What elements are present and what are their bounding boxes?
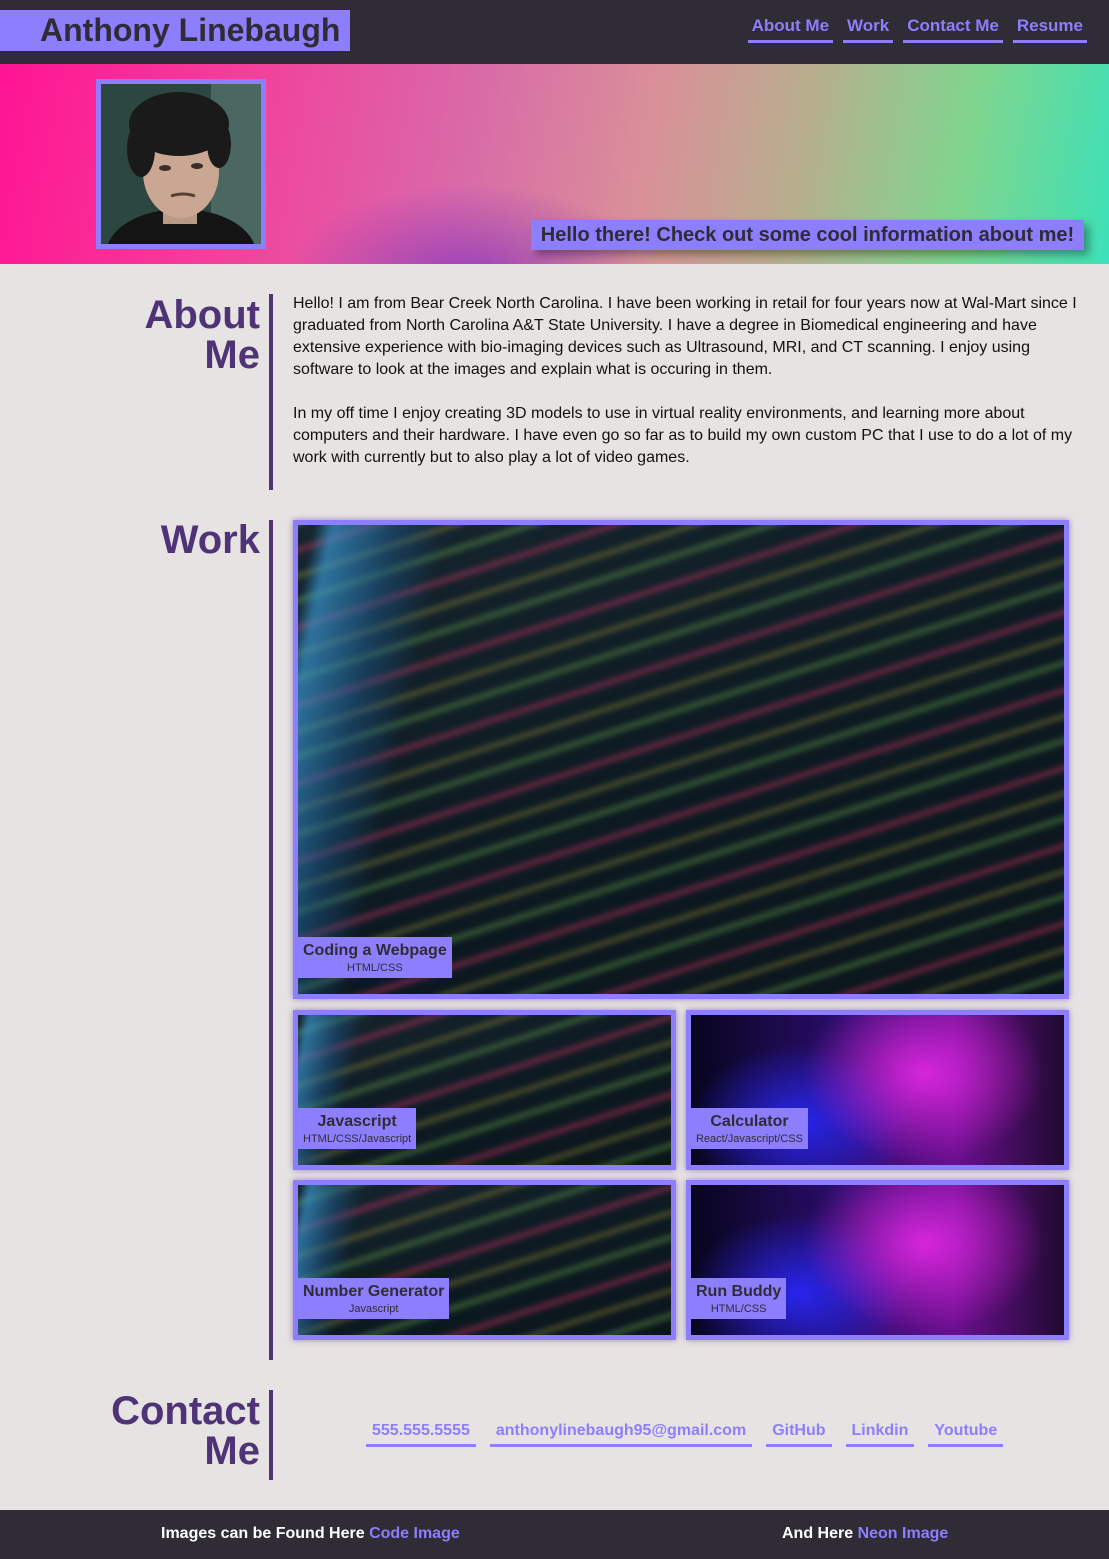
- contact-email-link[interactable]: anthonylinebaugh95@gmail.com: [489, 1422, 753, 1447]
- project-card-calculator[interactable]: Calculator React/Javascript/CSS: [686, 1010, 1069, 1170]
- project-tech: React/Javascript/CSS: [696, 1133, 803, 1145]
- project-tech: HTML/CSS: [347, 962, 403, 974]
- project-title: Coding a Webpage: [303, 942, 447, 959]
- profile-photo-portrait: [101, 84, 261, 244]
- project-title: Number Generator: [303, 1283, 445, 1300]
- contact-title: Contact Me: [10, 1391, 260, 1471]
- contact-title-line2: Me: [204, 1429, 260, 1473]
- project-title: Calculator: [710, 1113, 789, 1130]
- footer-left-text: Images can be Found Here: [161, 1525, 370, 1542]
- project-title: Run Buddy: [696, 1283, 782, 1300]
- contact-youtube-link[interactable]: Youtube: [928, 1422, 1004, 1447]
- hero-banner: Hello there! Check out some cool informa…: [0, 64, 1109, 264]
- about-title-line2: Me: [204, 333, 260, 377]
- code-image-link[interactable]: Code Image: [369, 1525, 460, 1542]
- footer-left: Images can be Found Here Code Image: [161, 1525, 460, 1543]
- project-title: Javascript: [317, 1113, 397, 1130]
- nav-resume[interactable]: Resume: [1012, 16, 1087, 43]
- nav-contact-me[interactable]: Contact Me: [903, 16, 1003, 43]
- hero-tagline: Hello there! Check out some cool informa…: [531, 220, 1084, 250]
- footer-right: And Here Neon Image: [782, 1525, 948, 1543]
- project-tech: HTML/CSS: [710, 1303, 767, 1315]
- footer-right-text: And Here: [782, 1525, 858, 1542]
- top-bar: Anthony Linebaugh About Me Work Contact …: [0, 0, 1109, 64]
- about-title: About Me: [10, 295, 260, 375]
- project-tech: Javascript: [348, 1303, 399, 1315]
- project-label: Calculator React/Javascript/CSS: [691, 1108, 808, 1149]
- project-label: Run Buddy HTML/CSS: [691, 1278, 787, 1319]
- about-paragraph-2: In my off time I enjoy creating 3D model…: [293, 405, 1073, 466]
- code-image: [298, 525, 1064, 994]
- contact-links: 555.555.5555 anthonylinebaugh95@gmail.co…: [366, 1422, 1004, 1447]
- project-card-javascript[interactable]: Javascript HTML/CSS/Javascript: [293, 1010, 676, 1170]
- nav-about-me[interactable]: About Me: [747, 16, 834, 43]
- contact-phone-link[interactable]: 555.555.5555: [366, 1422, 476, 1447]
- project-tech: HTML/CSS/Javascript: [303, 1133, 412, 1145]
- footer: Images can be Found Here Code Image And …: [0, 1510, 1109, 1559]
- project-label: Coding a Webpage HTML/CSS: [298, 937, 452, 978]
- about-text: Hello! I am from Bear Creek North Caroli…: [293, 293, 1078, 491]
- about-title-line1: About: [144, 293, 260, 337]
- work-title: Work: [160, 518, 260, 562]
- neon-image-link[interactable]: Neon Image: [858, 1525, 949, 1542]
- project-card-run-buddy[interactable]: Run Buddy HTML/CSS: [686, 1180, 1069, 1340]
- about-paragraph-1: Hello! I am from Bear Creek North Caroli…: [293, 295, 1077, 378]
- project-label: Javascript HTML/CSS/Javascript: [298, 1108, 417, 1149]
- project-card-coding-webpage[interactable]: Coding a Webpage HTML/CSS: [293, 520, 1069, 999]
- profile-photo: [96, 79, 266, 249]
- nav-work[interactable]: Work: [843, 16, 894, 43]
- contact-github-link[interactable]: GitHub: [766, 1422, 832, 1447]
- contact-title-line1: Contact: [111, 1389, 260, 1433]
- contact-divider: [269, 1390, 273, 1480]
- site-title: Anthony Linebaugh: [0, 10, 350, 51]
- main-nav: About Me Work Contact Me Resume: [747, 16, 1087, 43]
- contact-linkedin-link[interactable]: Linkdin: [845, 1422, 915, 1447]
- project-card-number-generator[interactable]: Number Generator Javascript: [293, 1180, 676, 1340]
- project-label: Number Generator Javascript: [298, 1278, 450, 1319]
- about-divider: [269, 294, 273, 490]
- work-divider: [269, 520, 273, 1360]
